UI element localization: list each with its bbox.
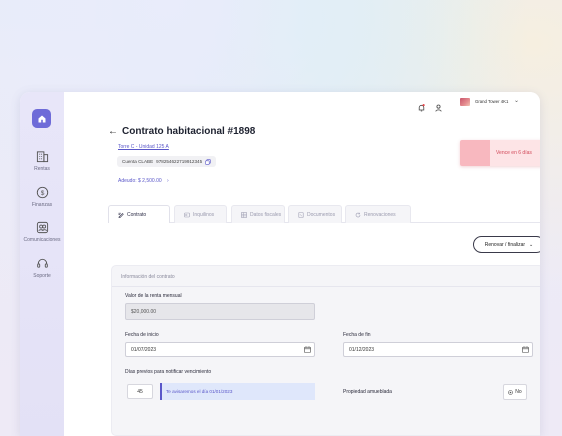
sidebar-item-label: Soporte (33, 273, 51, 279)
tab-label: Contrato (127, 211, 147, 218)
document-icon (298, 211, 304, 218)
sidebar-item-label: Finanzas (31, 202, 53, 208)
building-icon (36, 151, 48, 163)
main-content: Grand Tower 4K1 ⌄ ← Contrato habitaciona… (64, 92, 540, 436)
adeudo-link[interactable]: Adeudo: $ 2,500.00 › (118, 178, 169, 184)
tab-inquilinos[interactable]: Inquilinos (174, 205, 227, 223)
back-arrow-icon[interactable]: ← (108, 126, 118, 137)
inicio-value: 01/07/2023 (131, 346, 157, 353)
sidebar-item-comunicaciones[interactable]: Comunicaciones (20, 221, 64, 243)
sidebar-item-finanzas[interactable]: $ Finanzas (20, 186, 64, 208)
sidebar-item-rentas[interactable]: Rentas (20, 150, 64, 172)
inicio-label: Fecha de inicio (125, 332, 159, 338)
renta-field: $20,000.00 (125, 303, 315, 320)
contract-info-panel: Información del contrato Valor de la ren… (111, 265, 540, 436)
dollar-icon: $ (36, 186, 48, 199)
tab-datos-fiscales[interactable]: Datos fiscales (231, 205, 285, 223)
dias-info-text: Te avisaremos el día 01/01/2023 (166, 389, 233, 394)
clabe-chip: Cuenta CLABE 978254622719912345 (117, 156, 217, 167)
notification-bell-icon[interactable] (418, 99, 425, 117)
page-title: Contrato habitacional #1898 (122, 126, 256, 137)
amueblada-toggle[interactable]: No (503, 384, 527, 400)
radio-icon (508, 389, 514, 395)
svg-text:$: $ (40, 190, 44, 197)
users-icon (184, 212, 190, 217)
fecha-fin-field[interactable]: 01/12/2023 (343, 342, 533, 357)
tab-label: Inquilinos (193, 211, 215, 218)
avatar[interactable] (460, 98, 470, 106)
chevron-down-icon: ⌄ (529, 241, 534, 248)
app-window: Rentas $ Finanzas Comunicaciones Soporte… (20, 92, 540, 436)
unit-link[interactable]: Torre C - Unidad 125 A (118, 144, 169, 150)
copy-icon[interactable] (205, 158, 211, 165)
fin-value: 01/12/2023 (349, 346, 375, 353)
fecha-inicio-field[interactable]: 01/07/2023 (125, 342, 315, 357)
renovar-label: Renovar / finalizar (484, 241, 526, 248)
user-name[interactable]: Grand Tower 4K1 (475, 99, 508, 104)
renta-value: $20,000.00 (131, 308, 157, 315)
sidebar-item-label: Comunicaciones (23, 237, 61, 243)
calendar-icon[interactable] (522, 346, 529, 353)
headset-icon (36, 258, 48, 268)
amueblada-value: No (515, 389, 522, 395)
sidebar-item-label: Rentas (34, 166, 50, 172)
chevron-right-icon: › (167, 178, 169, 184)
tab-label: Documentos (307, 211, 336, 218)
fin-label: Fecha de fin (343, 332, 371, 338)
dias-value: 45 (137, 388, 143, 395)
calendar-icon[interactable] (304, 346, 311, 353)
refresh-icon (355, 212, 361, 217)
home-logo-icon[interactable] (32, 109, 51, 128)
tab-label: Datos fiscales (250, 211, 282, 218)
due-badge: Vence en 6 días (460, 140, 540, 166)
divider (112, 286, 540, 287)
tab-contrato[interactable]: Contrato (108, 205, 170, 223)
clabe-label: Cuenta CLABE (122, 159, 154, 164)
table-icon (241, 211, 247, 218)
dias-info-bar: Te avisaremos el día 01/01/2023 (160, 383, 315, 400)
renovar-finalizar-button[interactable]: Renovar / finalizar ⌄ (473, 236, 540, 253)
dias-input[interactable]: 45 (127, 384, 153, 399)
chevron-down-icon[interactable]: ⌄ (514, 97, 519, 104)
tab-bar: Contrato Inquilinos Datos fiscales Docum… (108, 205, 540, 223)
page-header: ← Contrato habitacional #1898 (108, 126, 255, 137)
dias-label: Días previos para notificar vencimiento (125, 369, 212, 375)
amueblada-label: Propiedad amueblada (343, 389, 392, 395)
user-icon[interactable] (435, 99, 442, 117)
tab-renovaciones[interactable]: Renovaciones (345, 205, 411, 223)
contract-icon (118, 212, 124, 218)
section-title: Información del contrato (121, 274, 175, 280)
tab-label: Renovaciones (364, 211, 396, 218)
sidebar: Rentas $ Finanzas Comunicaciones Soporte (20, 92, 64, 436)
clabe-value: 978254622719912345 (156, 159, 203, 164)
sidebar-item-soporte[interactable]: Soporte (20, 257, 64, 279)
tab-documentos[interactable]: Documentos (288, 205, 342, 223)
due-badge-text: Vence en 6 días (496, 150, 532, 156)
renta-label: Valor de la renta mensual (125, 293, 182, 299)
adeudo-text: Adeudo: $ 2,500.00 (118, 178, 162, 184)
contacts-icon (36, 221, 48, 234)
